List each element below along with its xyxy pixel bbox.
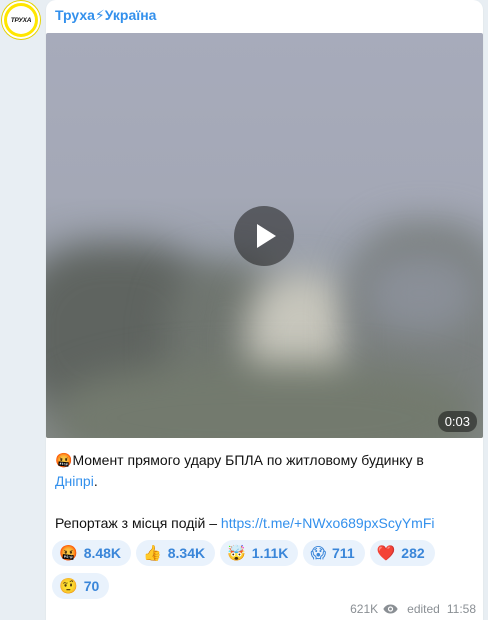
reaction-rage[interactable]: 🤬 8.48K bbox=[52, 540, 132, 566]
reaction-heart[interactable]: ❤️ 282 bbox=[369, 540, 435, 566]
eye-icon bbox=[383, 604, 398, 614]
play-button[interactable] bbox=[234, 206, 294, 266]
blur-shape bbox=[56, 363, 476, 438]
channel-avatar[interactable]: ТРУХА bbox=[2, 1, 40, 39]
reaction-count: 8.34K bbox=[167, 545, 206, 561]
heart-icon: ❤️ bbox=[376, 544, 396, 562]
scream-icon: 😱 bbox=[310, 544, 327, 562]
video-duration: 0:03 bbox=[437, 411, 477, 432]
reactions-bar: 🤬 8.48K 👍 8.34K 🤯 1.11K 😱 711 ❤️ 282 🤨 7… bbox=[52, 540, 472, 599]
raised-eyebrow-icon: 🤨 bbox=[59, 577, 78, 595]
rage-emoji-icon: 🤬 bbox=[59, 544, 78, 562]
rage-emoji: 🤬 bbox=[55, 452, 73, 468]
city-link[interactable]: Дніпрі bbox=[55, 473, 94, 489]
text-line-2: Дніпрі. bbox=[55, 471, 475, 492]
headline-text: Момент прямого удару БПЛА по житловому б… bbox=[72, 452, 424, 468]
channel-name[interactable]: Труха⚡Україна bbox=[55, 7, 156, 24]
video-preview[interactable]: 0:03 bbox=[46, 33, 483, 438]
reaction-count: 70 bbox=[83, 578, 100, 594]
reaction-raised-eyebrow[interactable]: 🤨 70 bbox=[52, 573, 110, 599]
report-label: Репортаж з місця подій – bbox=[55, 515, 221, 531]
edited-label: edited bbox=[407, 602, 440, 616]
period: . bbox=[93, 473, 98, 489]
avatar-logo-text: ТРУХА bbox=[10, 16, 32, 24]
blur-shape bbox=[366, 253, 476, 333]
thumbs-up-icon: 👍 bbox=[143, 544, 162, 562]
reaction-mind-blown[interactable]: 🤯 1.11K bbox=[220, 540, 299, 566]
reaction-scream[interactable]: 😱 711 bbox=[303, 540, 365, 566]
report-link[interactable]: https://t.me/+NWxo689pxScyYmFi bbox=[221, 515, 435, 531]
reaction-thumbs-up[interactable]: 👍 8.34K bbox=[136, 540, 216, 566]
message-time: 11:58 bbox=[446, 602, 476, 616]
reaction-count: 1.11K bbox=[251, 545, 289, 561]
reaction-count: 282 bbox=[401, 545, 425, 561]
message-text: 🤬Момент прямого удару БПЛА по житловому … bbox=[55, 450, 475, 534]
reaction-count: 711 bbox=[332, 545, 355, 561]
avatar-logo: ТРУХА bbox=[7, 6, 35, 34]
play-icon bbox=[257, 224, 276, 248]
text-line-1: 🤬Момент прямого удару БПЛА по житловому … bbox=[55, 450, 475, 471]
reaction-count: 8.48K bbox=[83, 545, 122, 561]
text-line-3: Репортаж з місця подій – https://t.me/+N… bbox=[55, 513, 475, 534]
message-bubble: Труха⚡Україна 0:03 🤬Момент прямого удару… bbox=[46, 0, 483, 620]
mind-blown-icon: 🤯 bbox=[227, 544, 246, 562]
message-meta: 621K edited 11:58 bbox=[350, 602, 476, 616]
views-count: 621K bbox=[350, 602, 379, 616]
